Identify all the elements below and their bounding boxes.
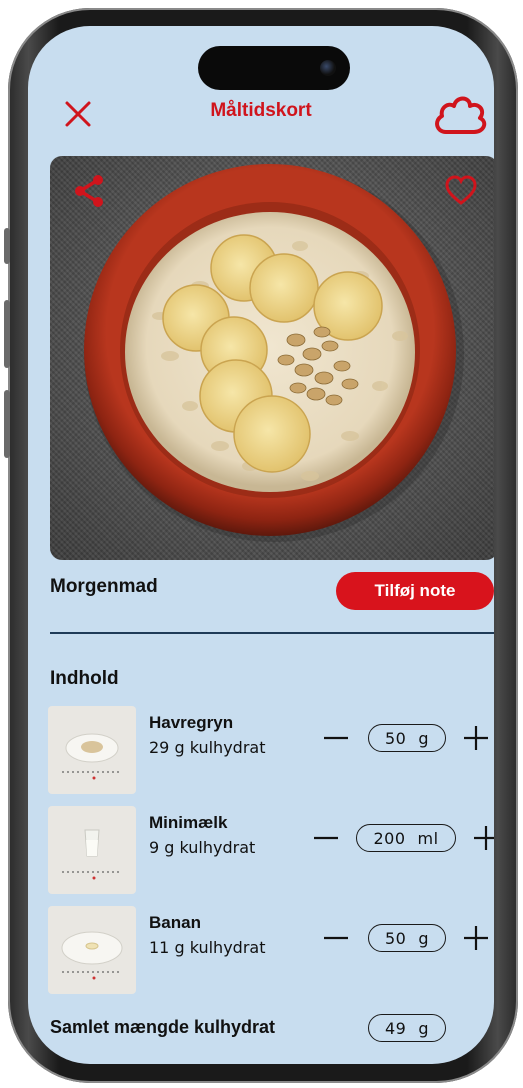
decrease-button[interactable] [322, 924, 350, 952]
quantity-field[interactable]: 50 g [368, 724, 446, 752]
food-carbs: 29 g kulhydrat [149, 738, 266, 757]
porridge-bowl-image [84, 164, 464, 542]
phone-side-button [4, 390, 10, 458]
section-divider [50, 632, 494, 634]
dynamic-island [198, 46, 350, 90]
contents-title: Indhold [50, 668, 119, 689]
banana-thumbnail [48, 906, 136, 994]
meal-name: Morgenmad [50, 576, 158, 597]
quantity-value: 200 [373, 828, 406, 848]
increase-button[interactable] [472, 824, 494, 852]
meal-photo [50, 156, 494, 560]
food-name: Banan [149, 913, 201, 932]
food-carbs: 11 g kulhydrat [149, 938, 266, 957]
app-screen: Måltidskort Morgenmad Tilføj note Indhol… [28, 26, 494, 1064]
quantity-value: 50 [384, 728, 407, 748]
total-carbs-value: 49 g [368, 1014, 446, 1042]
milk-thumbnail [48, 806, 136, 894]
total-carbs-label: Samlet mængde kulhydrat [50, 1017, 276, 1037]
camera-icon [320, 60, 336, 76]
oats-thumbnail [48, 706, 136, 794]
total-amount: 49 [384, 1018, 407, 1038]
page-title: Måltidskort [210, 100, 312, 121]
quantity-unit: g [418, 728, 429, 748]
quantity-field[interactable]: 50 g [368, 924, 446, 952]
quantity-unit: g [418, 928, 429, 948]
increase-button[interactable] [462, 724, 490, 752]
increase-button[interactable] [462, 924, 490, 952]
quantity-unit: ml [417, 828, 439, 848]
list-item: Banan 11 g kulhydrat 50 g [48, 906, 488, 996]
quantity-field[interactable]: 200 ml [356, 824, 456, 852]
food-carbs: 9 g kulhydrat [149, 838, 256, 857]
cloud-logo-icon[interactable] [432, 94, 488, 138]
phone-side-button [4, 300, 10, 368]
total-unit: g [418, 1018, 429, 1038]
quantity-value: 50 [384, 928, 407, 948]
decrease-button[interactable] [312, 824, 340, 852]
list-item: Minimælk 9 g kulhydrat 200 ml [48, 806, 494, 896]
food-name: Havregryn [149, 713, 234, 732]
decrease-button[interactable] [322, 724, 350, 752]
food-name: Minimælk [149, 813, 228, 832]
add-note-button[interactable]: Tilføj note [336, 572, 494, 610]
phone-side-button [4, 228, 10, 264]
list-item: Havregryn 29 g kulhydrat 50 g [48, 706, 488, 796]
share-icon[interactable] [72, 174, 106, 208]
heart-icon[interactable] [444, 174, 478, 208]
